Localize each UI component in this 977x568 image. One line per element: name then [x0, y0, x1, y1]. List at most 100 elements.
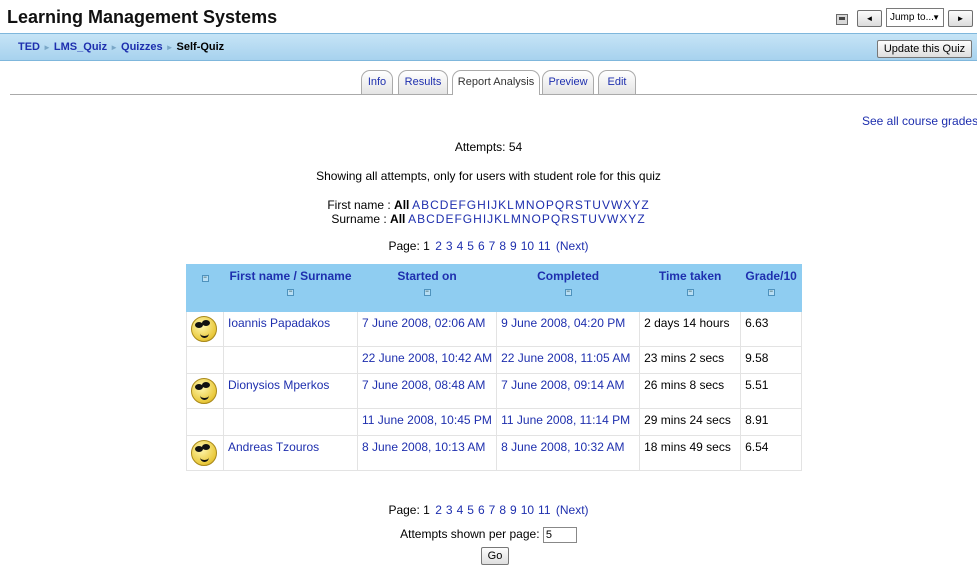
- next-activity-button[interactable]: ►: [948, 10, 973, 27]
- surname-letter-link[interactable]: B: [417, 212, 425, 226]
- collapse-icon[interactable]: −: [201, 275, 209, 282]
- page-link[interactable]: 6: [478, 503, 485, 517]
- completed-link[interactable]: 9 June 2008, 04:20 PM: [501, 316, 625, 330]
- surname-letter-link[interactable]: P: [542, 212, 550, 226]
- firstname-letter-link[interactable]: E: [449, 198, 457, 212]
- column-header-completed[interactable]: Completed −: [496, 264, 641, 312]
- collapse-icon[interactable]: −: [564, 289, 572, 296]
- page-link[interactable]: 11: [538, 239, 550, 253]
- surname-letter-link[interactable]: T: [580, 212, 587, 226]
- surname-letter-link[interactable]: C: [426, 212, 435, 226]
- surname-letter-link[interactable]: Z: [637, 212, 644, 226]
- firstname-letter-link[interactable]: Z: [641, 198, 648, 212]
- firstname-letter-link[interactable]: F: [458, 198, 465, 212]
- firstname-letter-link[interactable]: I: [487, 198, 490, 212]
- firstname-letter-link[interactable]: W: [611, 198, 622, 212]
- go-button[interactable]: Go: [481, 547, 509, 565]
- per-page-input[interactable]: 5: [542, 527, 577, 543]
- firstname-letter-link[interactable]: N: [526, 198, 535, 212]
- page-link[interactable]: 7: [489, 239, 496, 253]
- started-on-link[interactable]: 22 June 2008, 10:42 AM: [362, 351, 492, 365]
- firstname-letter-link[interactable]: L: [507, 198, 514, 212]
- see-all-grades-link[interactable]: See all course grades: [862, 114, 977, 128]
- firstname-letter-link[interactable]: B: [421, 198, 429, 212]
- completed-link[interactable]: 22 June 2008, 11:05 AM: [501, 351, 630, 365]
- started-on-link[interactable]: 8 June 2008, 10:13 AM: [362, 440, 485, 454]
- surname-letter-link[interactable]: K: [494, 212, 502, 226]
- surname-letter-link[interactable]: W: [607, 212, 618, 226]
- surname-letter-link[interactable]: D: [436, 212, 445, 226]
- tab-preview[interactable]: Preview: [542, 70, 594, 94]
- surname-letter-link[interactable]: U: [588, 212, 597, 226]
- collapse-icon[interactable]: −: [423, 289, 431, 296]
- column-header-started-label[interactable]: Started on: [397, 269, 456, 283]
- surname-letter-link[interactable]: F: [454, 212, 461, 226]
- page-link[interactable]: 4: [457, 503, 464, 517]
- surname-letter-link[interactable]: R: [561, 212, 570, 226]
- page-link[interactable]: 3: [446, 503, 453, 517]
- started-on-link[interactable]: 7 June 2008, 02:06 AM: [362, 316, 485, 330]
- firstname-letter-link[interactable]: K: [498, 198, 506, 212]
- collapse-icon[interactable]: −: [287, 289, 294, 296]
- avatar[interactable]: [191, 378, 217, 404]
- surname-letter-link[interactable]: V: [598, 212, 606, 226]
- completed-link[interactable]: 11 June 2008, 11:14 PM: [501, 413, 630, 427]
- firstname-letter-link[interactable]: H: [477, 198, 486, 212]
- page-link[interactable]: 5: [467, 503, 474, 517]
- firstname-letter-link[interactable]: U: [592, 198, 601, 212]
- column-header-grade-label[interactable]: Grade/10: [745, 269, 796, 283]
- breadcrumb-ted[interactable]: TED: [18, 41, 40, 53]
- surname-letter-link[interactable]: N: [522, 212, 531, 226]
- column-header-time[interactable]: Time taken −: [639, 264, 742, 312]
- previous-activity-button[interactable]: ◄: [857, 10, 882, 27]
- tab-results[interactable]: Results: [398, 70, 448, 94]
- page-link[interactable]: 6: [478, 239, 485, 253]
- page-link[interactable]: 9: [510, 239, 517, 253]
- column-header-name[interactable]: First name / Surname −: [223, 264, 358, 312]
- avatar[interactable]: [191, 316, 217, 342]
- column-header-completed-label[interactable]: Completed: [537, 269, 599, 283]
- column-header-grade[interactable]: Grade/10 −: [740, 264, 803, 312]
- page-link[interactable]: 11: [538, 503, 550, 517]
- page-link[interactable]: 10: [521, 503, 534, 517]
- page-link[interactable]: 7: [489, 503, 496, 517]
- column-header-time-label[interactable]: Time taken: [659, 269, 721, 283]
- surname-letter-link[interactable]: M: [511, 212, 521, 226]
- firstname-letter-link[interactable]: R: [565, 198, 574, 212]
- firstname-letter-link[interactable]: Y: [632, 198, 640, 212]
- page-link[interactable]: 8: [499, 503, 506, 517]
- tab-report-analysis[interactable]: Report Analysis: [452, 70, 540, 95]
- breadcrumb-lms-quiz[interactable]: LMS_Quiz: [54, 41, 107, 53]
- column-header-name-label[interactable]: First name / Surname: [229, 269, 351, 283]
- tab-edit[interactable]: Edit: [598, 70, 636, 94]
- surname-letter-link[interactable]: L: [503, 212, 510, 226]
- surname-letter-link[interactable]: I: [483, 212, 486, 226]
- completed-link[interactable]: 7 June 2008, 09:14 AM: [501, 378, 624, 392]
- surname-letter-link[interactable]: Y: [628, 212, 636, 226]
- firstname-letter-link[interactable]: T: [584, 198, 591, 212]
- firstname-letter-link[interactable]: P: [546, 198, 554, 212]
- page-link[interactable]: 2: [435, 503, 442, 517]
- firstname-letter-link[interactable]: J: [491, 198, 497, 212]
- surname-letter-link[interactable]: Q: [551, 212, 560, 226]
- firstname-letter-link[interactable]: S: [575, 198, 583, 212]
- firstname-letter-link[interactable]: M: [515, 198, 525, 212]
- surname-letter-link[interactable]: J: [487, 212, 493, 226]
- firstname-letter-link[interactable]: Q: [555, 198, 564, 212]
- surname-letter-link[interactable]: O: [532, 212, 541, 226]
- breadcrumb-quizzes[interactable]: Quizzes: [121, 41, 163, 53]
- page-link[interactable]: 4: [457, 239, 464, 253]
- column-header-started[interactable]: Started on −: [356, 264, 498, 312]
- page-link[interactable]: 2: [435, 239, 442, 253]
- collapse-icon[interactable]: −: [767, 289, 775, 296]
- started-on-link[interactable]: 11 June 2008, 10:45 PM: [362, 413, 492, 427]
- page-link[interactable]: 5: [467, 239, 474, 253]
- firstname-letter-link[interactable]: V: [602, 198, 610, 212]
- update-quiz-button[interactable]: Update this Quiz: [877, 40, 972, 58]
- surname-letter-link[interactable]: G: [463, 212, 472, 226]
- jump-to-select[interactable]: Jump to... ▼: [886, 8, 944, 27]
- tab-info[interactable]: Info: [361, 70, 393, 94]
- next-page-link[interactable]: (Next): [556, 503, 589, 517]
- page-link[interactable]: 10: [521, 239, 534, 253]
- completed-link[interactable]: 8 June 2008, 10:32 AM: [501, 440, 624, 454]
